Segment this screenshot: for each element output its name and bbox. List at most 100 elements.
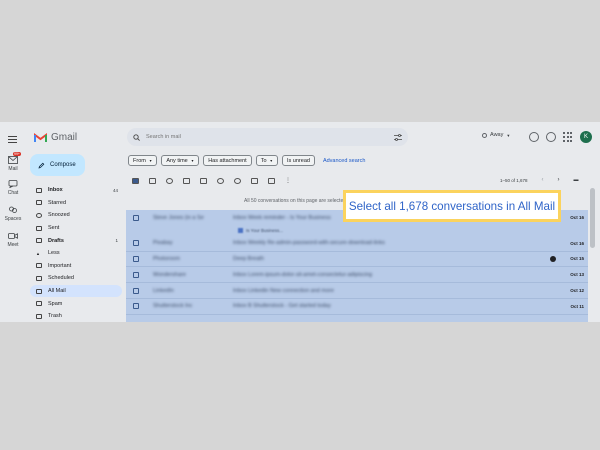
rail-mail[interactable]: Mail 99+ bbox=[2, 152, 24, 172]
search-icon[interactable] bbox=[133, 133, 140, 141]
row-date: Oct 16 bbox=[570, 215, 584, 221]
sidebar-item-label: Trash bbox=[48, 313, 62, 320]
status-selector[interactable]: Away ▼ bbox=[482, 132, 510, 138]
more-options-icon[interactable]: ⋮ bbox=[285, 177, 291, 184]
prev-page-icon[interactable]: ‹ bbox=[542, 177, 544, 183]
search-bar[interactable] bbox=[127, 128, 408, 146]
keyboard-icon[interactable]: ▬ bbox=[574, 177, 579, 183]
filter-label: Has attachment bbox=[208, 157, 247, 164]
pencil-icon bbox=[38, 162, 45, 169]
thread-indicator-icon bbox=[550, 255, 556, 262]
help-icon[interactable] bbox=[529, 132, 539, 142]
delete-icon[interactable] bbox=[183, 177, 190, 184]
row-checkbox[interactable] bbox=[133, 255, 139, 262]
row-sender: Wondershare bbox=[153, 271, 186, 278]
sidebar-item-all-mail[interactable]: All Mail bbox=[30, 284, 122, 298]
select-all-conversations-label: Select all 1,678 conversations in All Ma… bbox=[348, 199, 556, 213]
table-row[interactable]: Wondershare Inbox Lorem-ipsum-dolor-sit-… bbox=[126, 267, 588, 284]
sidebar-item-trash[interactable]: Trash bbox=[30, 310, 122, 322]
mail-list: Steve Jones (in a Se Inbox Week reminder… bbox=[126, 210, 588, 322]
chevron-down-icon: ▼ bbox=[269, 158, 273, 163]
gmail-logo[interactable]: Gmail bbox=[34, 132, 77, 143]
next-page-icon[interactable]: › bbox=[558, 177, 560, 183]
table-row[interactable]: Pixabay Inbox Weekly Re-admin-password-w… bbox=[126, 236, 588, 252]
filter-label: From bbox=[133, 157, 146, 164]
filter-has-attachment[interactable]: Has attachment bbox=[203, 155, 252, 166]
report-spam-icon[interactable] bbox=[166, 177, 173, 184]
select-all-checkbox[interactable] bbox=[132, 177, 139, 184]
row-date: Oct 11 bbox=[570, 303, 584, 309]
sidebar-item-label: Inbox bbox=[48, 187, 63, 194]
filter-to[interactable]: To ▼ bbox=[255, 155, 278, 166]
table-row[interactable]: Shutterstock Inc Inbox B Shutterstock - … bbox=[126, 299, 588, 315]
row-attachment[interactable]: Is Your Business... bbox=[126, 226, 588, 236]
sidebar-item-scheduled[interactable]: Scheduled bbox=[30, 272, 122, 285]
list-scrollbar[interactable] bbox=[590, 188, 595, 248]
rail-spaces[interactable]: Spaces bbox=[2, 206, 24, 222]
filter-is-unread[interactable]: Is unread bbox=[282, 155, 315, 166]
search-options-icon[interactable] bbox=[394, 133, 402, 141]
sidebar-item-label: Drafts bbox=[48, 237, 64, 244]
label-icon[interactable] bbox=[268, 177, 275, 184]
row-checkbox[interactable] bbox=[133, 287, 139, 294]
move-to-icon[interactable] bbox=[251, 177, 258, 184]
apps-grid-icon[interactable] bbox=[563, 132, 573, 142]
mail-icon bbox=[8, 156, 18, 164]
rail-chat[interactable]: Chat bbox=[2, 180, 24, 196]
snooze-icon[interactable] bbox=[217, 177, 224, 184]
filter-from[interactable]: From ▼ bbox=[128, 155, 158, 166]
search-input[interactable] bbox=[146, 134, 388, 140]
compose-button[interactable]: Compose bbox=[30, 154, 85, 176]
add-task-icon[interactable] bbox=[234, 177, 241, 184]
table-row[interactable]: Photoroom Deep Breath Oct 15 bbox=[126, 252, 588, 268]
row-subject: Inbox B Shutterstock - Get started today bbox=[233, 303, 331, 310]
sidebar-item-drafts[interactable]: Drafts 1 bbox=[30, 234, 122, 247]
sidebar-item-important[interactable]: Important bbox=[30, 260, 122, 273]
sidebar-item-inbox[interactable]: Inbox 44 bbox=[30, 184, 122, 197]
archive-icon[interactable] bbox=[149, 177, 156, 184]
advanced-search-link[interactable]: Advanced search bbox=[323, 158, 366, 164]
meet-icon bbox=[8, 233, 18, 239]
account-avatar[interactable]: K bbox=[580, 131, 592, 143]
filter-any-time[interactable]: Any time ▼ bbox=[161, 155, 200, 166]
compose-label: Compose bbox=[50, 162, 76, 168]
chat-icon bbox=[8, 180, 18, 188]
filter-label: Is unread bbox=[287, 157, 310, 164]
settings-gear-icon[interactable] bbox=[546, 132, 556, 142]
star-icon bbox=[36, 200, 42, 206]
draft-icon bbox=[36, 238, 42, 244]
row-checkbox[interactable] bbox=[133, 214, 139, 221]
sidebar-item-label: Less bbox=[48, 250, 60, 257]
important-icon bbox=[36, 263, 42, 269]
select-all-conversations-link[interactable]: Select all 1,678 conversations in All Ma… bbox=[343, 190, 561, 222]
mark-read-icon[interactable] bbox=[200, 177, 207, 184]
sidebar-item-label: Sent bbox=[48, 225, 60, 232]
sidebar-item-label: Important bbox=[48, 262, 72, 269]
app-name: Gmail bbox=[51, 132, 78, 143]
menu-icon[interactable] bbox=[8, 136, 17, 143]
status-label: Away bbox=[490, 132, 504, 138]
gmail-m-icon bbox=[34, 132, 47, 142]
row-checkbox[interactable] bbox=[133, 240, 139, 247]
inbox-icon bbox=[36, 187, 42, 193]
row-subject: Inbox Weekly Re-admin-password-with-secu… bbox=[233, 240, 385, 247]
row-subject: Inbox Linkedin New connection and more bbox=[233, 287, 334, 294]
row-checkbox[interactable] bbox=[133, 303, 139, 310]
page-range: 1–50 of 1,678 bbox=[500, 177, 528, 183]
table-row[interactable]: LinkedIn Inbox Linkedin New connection a… bbox=[126, 283, 588, 299]
row-date: Oct 12 bbox=[570, 288, 584, 294]
pagination: 1–50 of 1,678 ‹ › ▬ bbox=[500, 177, 579, 183]
row-checkbox[interactable] bbox=[133, 271, 139, 278]
rail-spaces-label: Spaces bbox=[4, 216, 22, 222]
rail-meet[interactable]: Meet bbox=[2, 232, 24, 248]
sidebar-item-snoozed[interactable]: Snoozed bbox=[30, 209, 122, 222]
chevron-down-icon: ▼ bbox=[148, 158, 153, 163]
sidebar-item-spam[interactable]: Spam bbox=[30, 297, 122, 310]
unread-badge: 99+ bbox=[13, 152, 21, 156]
sidebar-item-sent[interactable]: Sent bbox=[30, 222, 122, 235]
row-subject: Deep Breath bbox=[233, 255, 264, 262]
row-sender: Shutterstock Inc bbox=[153, 303, 193, 310]
sidebar-item-less[interactable]: ▲ Less bbox=[30, 247, 122, 260]
sidebar-item-starred[interactable]: Starred bbox=[30, 197, 122, 210]
app-rail: Mail 99+ Chat Spaces Meet bbox=[0, 122, 26, 322]
